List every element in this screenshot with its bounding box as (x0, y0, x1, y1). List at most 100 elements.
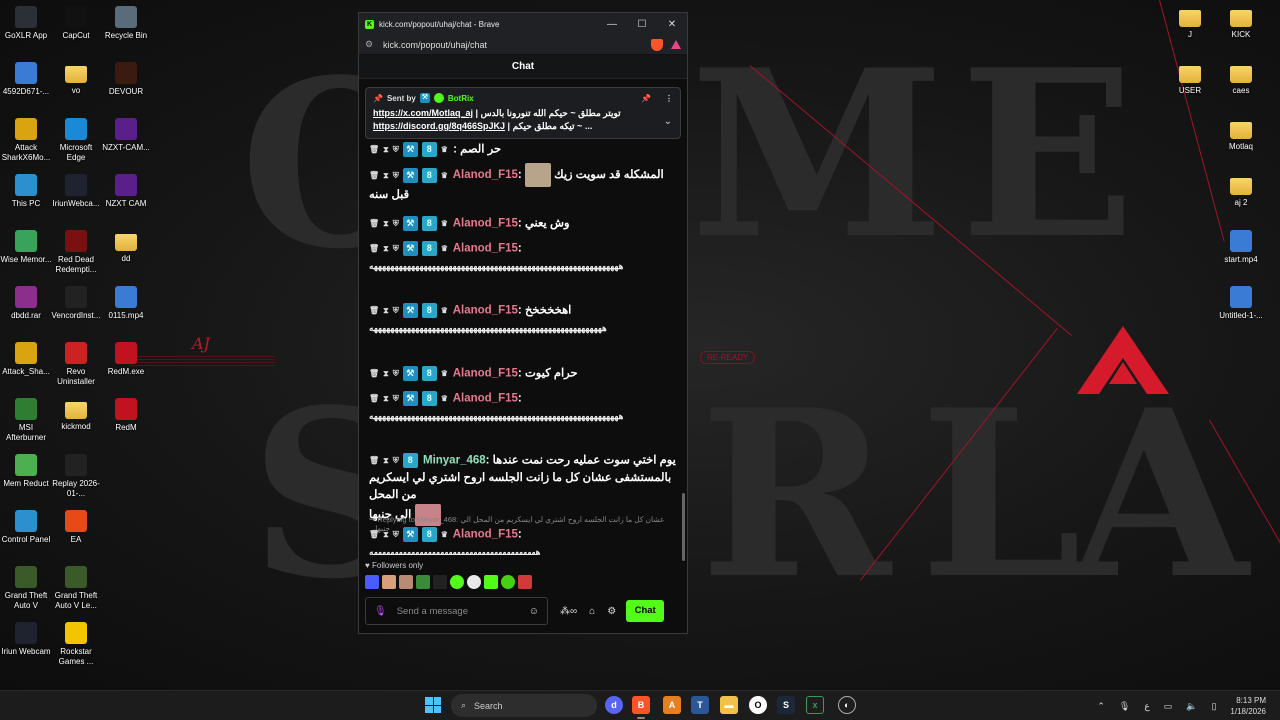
emoji-icon[interactable]: ☺ (529, 606, 539, 617)
desktop-icon[interactable]: Grand Theft Auto V Le... (50, 566, 102, 611)
trash-icon[interactable]: 🗑 (369, 452, 379, 469)
emote-icon[interactable] (365, 575, 379, 589)
title-bar[interactable]: K kick.com/popout/uhaj/chat - Brave — ☐ … (359, 13, 687, 35)
desktop-icon[interactable]: J (1164, 6, 1216, 40)
pinned-link-x[interactable]: https://x.com/Motlaq_aj (373, 108, 473, 118)
chat-username[interactable]: Alanod_F15 (453, 169, 518, 181)
emote-icon[interactable] (433, 575, 447, 589)
emote-icon[interactable] (484, 575, 498, 589)
desktop-icon[interactable]: 4592D671-... (0, 62, 52, 97)
desktop-icon[interactable]: EA (50, 510, 102, 545)
emote-icon[interactable] (382, 575, 396, 589)
desktop-icon[interactable]: aj 2 (1215, 174, 1267, 208)
desktop-icon[interactable]: Attack_Sha... (0, 342, 52, 377)
desktop-icon[interactable]: caes (1215, 62, 1267, 96)
timeout-icon[interactable]: ⧗ (383, 390, 389, 407)
desktop-icon[interactable]: RedM.exe (100, 342, 152, 377)
timeout-icon[interactable]: ⧗ (383, 302, 389, 319)
chevron-down-icon[interactable]: ⌄ (664, 116, 672, 127)
browser-window[interactable]: K kick.com/popout/uhaj/chat - Brave — ☐ … (358, 12, 688, 634)
steam-icon[interactable]: S (777, 696, 795, 714)
desktop-icon[interactable]: Grand Theft Auto V (0, 566, 52, 611)
pinned-sender[interactable]: BotRix (448, 94, 474, 103)
file-explorer-icon[interactable]: ▬ (720, 696, 738, 714)
chat-username[interactable]: Alanod_F15 (453, 243, 518, 255)
desktop-icon[interactable]: start.mp4 (1215, 230, 1267, 265)
desktop-icon[interactable]: Recycle Bin (100, 6, 152, 41)
desktop-icon[interactable]: Motlaq (1215, 118, 1267, 152)
timeout-icon[interactable]: ⧗ (383, 240, 389, 257)
brave-shields-icon[interactable] (651, 38, 663, 51)
obs-icon[interactable]: O (749, 696, 767, 714)
timeout-icon[interactable]: ⧗ (383, 365, 389, 382)
desktop-icon[interactable]: RedM (100, 398, 152, 433)
terminal-icon[interactable]: x (806, 696, 824, 714)
shield-icon[interactable]: ⛨ (393, 167, 399, 184)
desktop-icon[interactable]: Rockstar Games ... (50, 622, 102, 667)
desktop-icon[interactable]: CapCut (50, 6, 102, 41)
desktop-icon[interactable]: IriunWebca... (50, 174, 102, 209)
store-icon[interactable]: ⌂ (589, 606, 595, 617)
desktop-icon[interactable]: Microsoft Edge (50, 118, 102, 163)
desktop-icon[interactable]: This PC (0, 174, 52, 209)
emote-icon[interactable] (416, 575, 430, 589)
send-chat-button[interactable]: Chat (626, 600, 665, 622)
microphone-icon[interactable]: 🎙 (374, 606, 387, 617)
desktop-icon[interactable]: 0115.mp4 (100, 286, 152, 321)
desktop-icon[interactable]: USER (1164, 62, 1216, 96)
chevron-up-icon[interactable]: ⌃ (1097, 701, 1105, 712)
trash-icon[interactable]: 🗑 (369, 240, 379, 257)
app-icon[interactable]: ◐ (838, 696, 856, 714)
site-settings-icon[interactable]: ⚙ (365, 39, 383, 50)
shield-icon[interactable]: ⛨ (393, 302, 399, 319)
infinity-icon[interactable]: ⁂∞ (560, 606, 577, 617)
timeout-icon[interactable]: ⧗ (383, 141, 389, 158)
desktop-icon[interactable]: Attack SharkX6Mo... (0, 118, 52, 163)
pinned-link-discord[interactable]: https://discord.gg/8q466SpJKJ (373, 121, 505, 131)
desktop-icon[interactable]: Red Dead Redempti... (50, 230, 102, 275)
chat-username[interactable]: Alanod_F15 (453, 305, 518, 317)
desktop-icon[interactable]: NZXT CAM (100, 174, 152, 209)
desktop-icon[interactable]: dd (100, 230, 152, 264)
trash-icon[interactable]: 🗑 (369, 526, 379, 543)
battery-icon[interactable]: ▯ (1211, 701, 1216, 712)
volume-icon[interactable]: 🔈 (1186, 701, 1197, 712)
taskbar-search[interactable]: ⌕ Search (451, 694, 597, 717)
shield-icon[interactable]: ⛨ (393, 390, 399, 407)
microphone-icon[interactable]: 🎙 (1119, 701, 1130, 712)
quick-emotes[interactable] (365, 575, 532, 589)
desktop-icon[interactable]: Untitled-1-... (1215, 286, 1267, 321)
desktop-icon[interactable]: VencordInst... (50, 286, 102, 321)
desktop-icon[interactable]: NZXT-CAM... (100, 118, 152, 153)
trash-icon[interactable]: 🗑 (369, 365, 379, 382)
desktop-icon[interactable]: MSI Afterburner (0, 398, 52, 443)
trash-icon[interactable]: 🗑 (369, 141, 379, 158)
chat-username[interactable]: Alanod_F15 (453, 368, 518, 380)
trash-icon[interactable]: 🗑 (369, 215, 379, 232)
chat-username[interactable]: Alanod_F15 (453, 218, 518, 230)
chat-username[interactable]: Minyar_468 (423, 455, 486, 467)
clock[interactable]: 8:13 PM 1/18/2026 (1230, 695, 1266, 717)
desktop-icon[interactable]: DEVOUR (100, 62, 152, 97)
discord-icon[interactable]: d (605, 696, 623, 714)
chat-username[interactable]: Alanod_F15 (453, 393, 518, 405)
url-text[interactable]: kick.com/popout/uhaj/chat (383, 40, 651, 50)
message-input[interactable]: 🎙 Send a message ☺ (365, 597, 548, 625)
brave-rewards-icon[interactable] (671, 40, 681, 49)
desktop-icon[interactable]: KICK (1215, 6, 1267, 40)
emote-icon[interactable] (467, 575, 481, 589)
address-bar[interactable]: ⚙ kick.com/popout/uhaj/chat (359, 35, 687, 55)
desktop-icon[interactable]: Iriun Webcam (0, 622, 52, 657)
trash-icon[interactable]: 🗑 (369, 390, 379, 407)
desktop-icon[interactable]: GoXLR App (0, 6, 52, 41)
settings-icon[interactable]: ⚙ (607, 606, 616, 617)
desktop-icon[interactable]: Mem Reduct (0, 454, 52, 489)
emote-icon[interactable] (501, 575, 515, 589)
desktop-icon[interactable]: Revo Uninstaller (50, 342, 102, 387)
shield-icon[interactable]: ⛨ (393, 452, 399, 469)
maximize-button[interactable]: ☐ (627, 19, 657, 30)
more-options-icon[interactable]: ⋮ (665, 94, 673, 103)
message-placeholder[interactable]: Send a message (397, 606, 529, 617)
timeout-icon[interactable]: ⧗ (383, 526, 389, 543)
desktop-icon[interactable]: vo (50, 62, 102, 96)
